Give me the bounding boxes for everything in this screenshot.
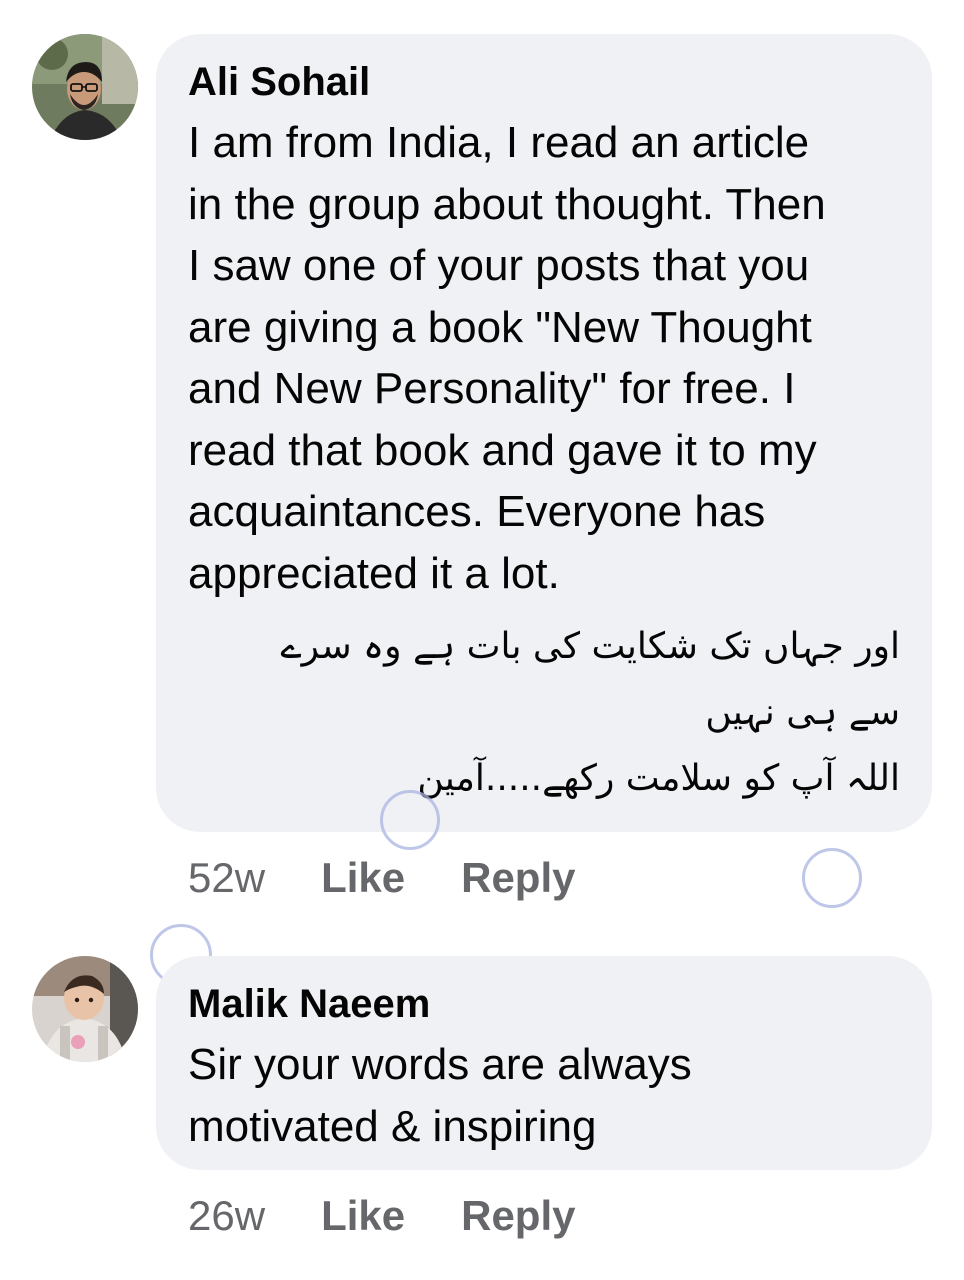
- comment-text-line: motivated & inspiring: [188, 1101, 597, 1151]
- avatar-photo-malik: [32, 956, 138, 1062]
- comment-urdu-line: اللہ آپ کو سلامت رکھے.....آمین: [417, 758, 900, 799]
- comment-text-line: acquaintances. Everyone has: [188, 487, 766, 536]
- touch-indicator: [380, 790, 440, 850]
- comment-actions: 26w Like Reply: [188, 1192, 631, 1240]
- comment-text-line: are giving a book "New Thought: [188, 302, 812, 352]
- like-button[interactable]: Like: [321, 854, 405, 902]
- comment-text-line: Sir your words are always: [188, 1040, 692, 1089]
- comment-urdu-line: اور جہاں تک شکایت کی بات ہے وہ سرے: [280, 626, 900, 667]
- reply-button[interactable]: Reply: [461, 1192, 575, 1240]
- avatar[interactable]: [32, 34, 138, 140]
- reply-button[interactable]: Reply: [461, 854, 575, 902]
- comment-author[interactable]: Ali Sohail: [188, 58, 900, 106]
- comment-actions: 52w Like Reply: [188, 854, 631, 902]
- comment-text-line: read that book and gave it to my: [188, 425, 817, 475]
- comment-timestamp[interactable]: 52w: [188, 854, 265, 902]
- comment-urdu-line: سے ہی نہیں: [705, 692, 900, 733]
- avatar-photo-ali: [32, 34, 138, 140]
- comment-author[interactable]: Malik Naeem: [188, 980, 900, 1028]
- comment-text-line: I am from India, I read an article: [188, 118, 810, 167]
- comment-text-line: appreciated it a lot.: [188, 548, 560, 598]
- comment-bubble[interactable]: Malik Naeem Sir your words are always mo…: [156, 956, 932, 1170]
- comment-text-line: I saw one of your posts that you: [188, 241, 810, 290]
- comment-bubble[interactable]: Ali Sohail I am from India, I read an ar…: [156, 34, 932, 832]
- touch-indicator: [802, 848, 862, 908]
- comment-text-line: and New Personality" for free. I: [188, 364, 796, 413]
- avatar[interactable]: [32, 956, 138, 1062]
- like-button[interactable]: Like: [321, 1192, 405, 1240]
- comment-text-line: in the group about thought. Then: [188, 179, 826, 229]
- comment-timestamp[interactable]: 26w: [188, 1192, 265, 1240]
